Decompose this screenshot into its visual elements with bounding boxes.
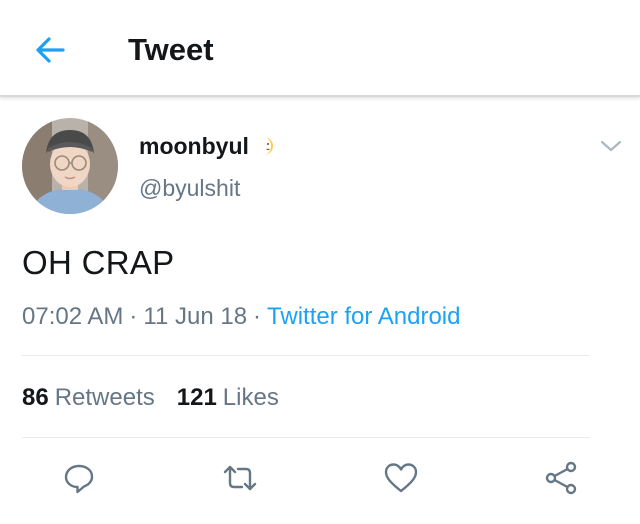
retweets-label: Retweets	[54, 384, 155, 411]
meta-separator: ·	[129, 303, 138, 330]
tweet-date: 11 Jun 18	[143, 303, 248, 330]
like-button[interactable]	[381, 458, 421, 498]
avatar[interactable]	[22, 118, 118, 214]
meta-separator: ·	[253, 303, 262, 330]
author-name-row: moonbyul	[139, 131, 277, 161]
heart-icon	[384, 463, 418, 493]
arrow-left-icon	[36, 37, 65, 63]
retweet-icon	[223, 465, 257, 491]
avatar-image	[22, 118, 118, 214]
tweet-stats: 86 Retweets 121 Likes	[22, 384, 279, 412]
likes-stat[interactable]: 121 Likes	[177, 384, 279, 412]
likes-count: 121	[176, 384, 217, 411]
share-icon	[545, 461, 577, 495]
retweet-button[interactable]	[220, 458, 260, 498]
back-button[interactable]	[30, 30, 70, 70]
tweet-source-link[interactable]: Twitter for Android	[267, 303, 460, 330]
author-handle[interactable]: @byulshit	[139, 175, 240, 202]
tweet-text: OH CRAP	[22, 244, 175, 281]
tweet-menu-button[interactable]	[596, 134, 626, 158]
reply-icon	[64, 464, 94, 494]
page-title: Tweet	[128, 32, 214, 67]
likes-label: Likes	[222, 384, 279, 411]
retweets-count: 86	[22, 384, 49, 411]
reply-button[interactable]	[59, 458, 99, 498]
chevron-down-icon	[600, 140, 622, 152]
retweets-stat[interactable]: 86 Retweets	[22, 384, 155, 412]
display-name[interactable]: moonbyul	[139, 133, 249, 160]
tweet-time: 07:02 AM	[22, 303, 124, 330]
divider	[22, 355, 590, 356]
crescent-moon-icon	[263, 137, 273, 155]
share-button[interactable]	[541, 458, 581, 498]
tweet-meta: 07:02 AM · 11 Jun 18 · Twitter for Android	[22, 303, 460, 331]
divider	[22, 437, 590, 438]
top-app-bar: Tweet	[0, 0, 640, 97]
